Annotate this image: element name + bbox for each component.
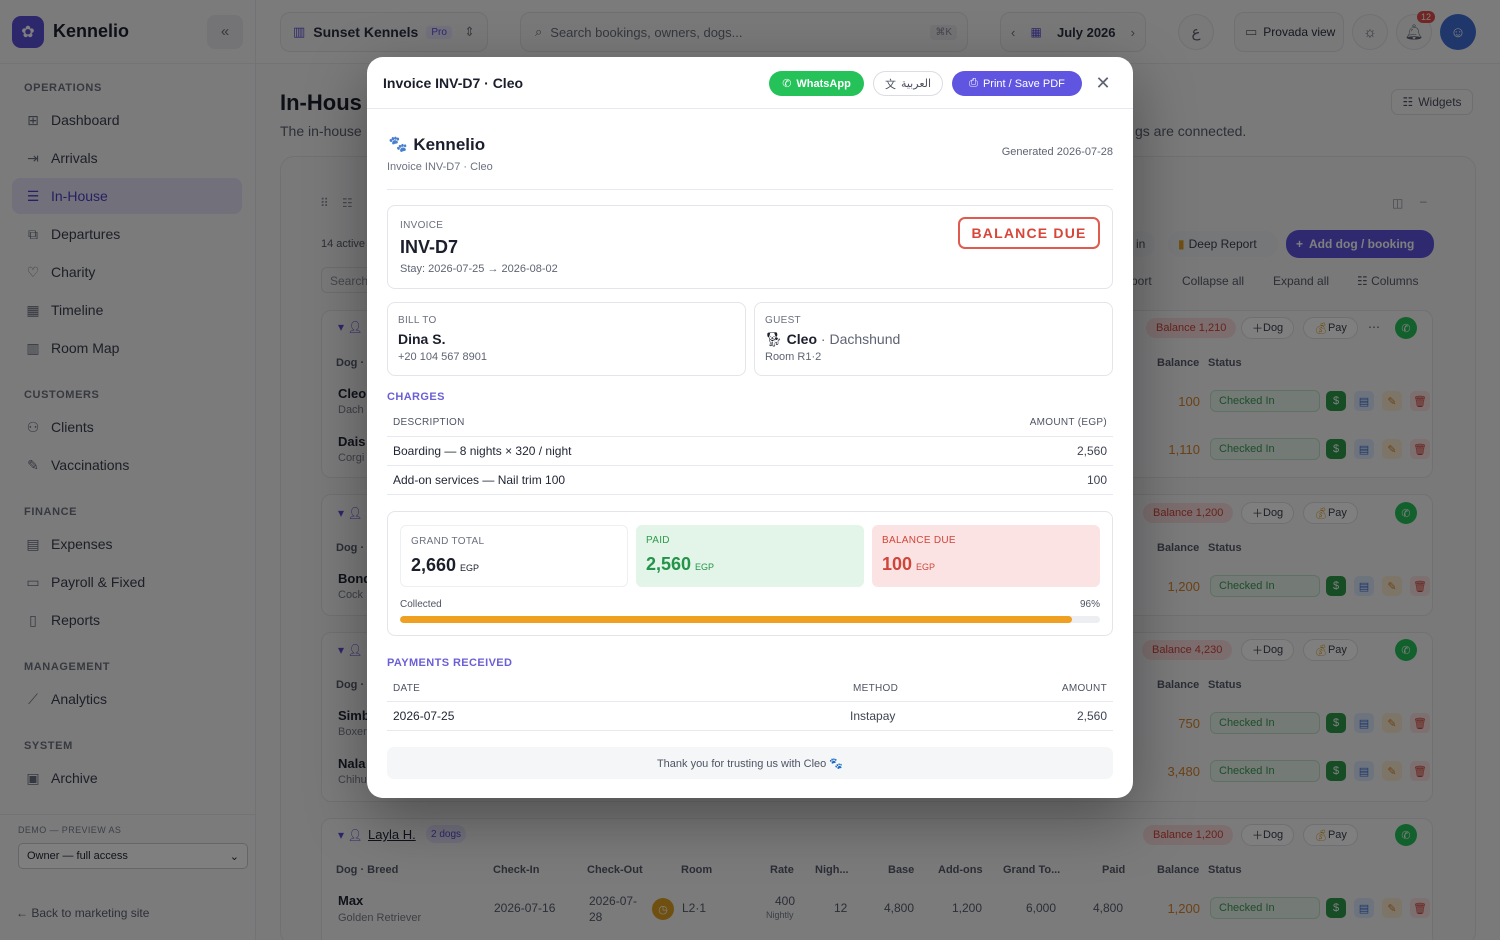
bill-to-caption: BILL TO — [398, 315, 437, 326]
close-icon[interactable]: ✕ — [1094, 73, 1112, 93]
balance-due-caption: BALANCE DUE — [882, 535, 956, 546]
paid-caption: PAID — [646, 535, 670, 546]
grand-total-caption: GRAND TOTAL — [411, 536, 485, 547]
payments-col-amount: AMOUNT — [1061, 683, 1107, 694]
balance-due-box: BALANCE DUE 100 EGP — [872, 525, 1100, 587]
guest-card: GUEST 🐕︎ Cleo · Dachshund Room R1·2 — [754, 302, 1113, 376]
charges-col-description: DESCRIPTION — [393, 417, 465, 428]
payments-title: PAYMENTS RECEIVED — [387, 657, 513, 669]
invoice-brand: 🐾︎ Kennelio — [387, 135, 485, 155]
invoice-brand-name: Kennelio — [413, 135, 486, 154]
translate-icon: 文 — [884, 78, 896, 91]
divider — [387, 701, 1113, 702]
grand-total-value: 2,660 EGP — [411, 555, 617, 576]
invoice-brand-sub: Invoice INV-D7 · Cleo — [387, 161, 493, 173]
modal-header: Invoice INV-D7 · Cleo ✆ WhatsApp 文 العربية… — [367, 57, 1133, 109]
guest-room: Room R1·2 — [765, 351, 822, 363]
payments-col-date: DATE — [393, 683, 421, 694]
modal-title: Invoice INV-D7 · Cleo — [383, 74, 524, 91]
invoice-modal: Invoice INV-D7 · Cleo ✆ WhatsApp 文 العربية… — [367, 57, 1133, 798]
invoice-brand-row: 🐾︎ Kennelio Invoice INV-D7 · Cleo Genera… — [387, 133, 1113, 190]
charge-description: Boarding — 8 nights × 320 / night — [393, 444, 572, 458]
printer-icon: ⎙ — [969, 77, 978, 89]
divider — [387, 465, 1113, 466]
paid-amount: 2,560 — [646, 554, 692, 574]
charges-col-amount: AMOUNT (EGP) — [1029, 417, 1107, 428]
print-label: Print / Save PDF — [982, 77, 1065, 90]
paid-value: 2,560 EGP — [646, 554, 854, 575]
guest-caption: GUEST — [765, 315, 801, 326]
divider — [387, 436, 1113, 437]
currency-label: EGP — [460, 563, 480, 573]
divider — [387, 494, 1113, 495]
divider — [387, 730, 1113, 731]
bill-to-name: Dina S. — [398, 331, 446, 347]
invoice-caption: INVOICE — [400, 220, 444, 231]
guest-breed: · Dachshund — [820, 331, 901, 347]
payment-method: Instapay — [850, 709, 896, 723]
charge-description: Add-on services — Nail trim 100 — [393, 473, 566, 487]
grand-total-amount: 2,660 — [411, 555, 457, 575]
currency-label: EGP — [916, 562, 936, 572]
whatsapp-label: WhatsApp — [796, 77, 851, 90]
invoice-number: INV-D7 — [400, 237, 459, 257]
status-badge: BALANCE DUE — [958, 217, 1100, 249]
grand-total-box: GRAND TOTAL 2,660 EGP — [400, 525, 628, 587]
currency-label: EGP — [695, 562, 715, 572]
collected-label: Collected — [400, 599, 442, 610]
print-save-pdf-button[interactable]: ⎙ Print / Save PDF — [952, 71, 1082, 96]
arabic-language-button[interactable]: 文 العربية — [873, 71, 943, 96]
charge-amount: 2,560 — [1076, 444, 1107, 458]
thank-you-note: Thank you for trusting us with Cleo 🐾 — [387, 747, 1113, 779]
guest-name: Cleo — [786, 331, 818, 347]
paid-box: PAID 2,560 EGP — [636, 525, 864, 587]
payment-date: 2026-07-25 — [393, 709, 455, 723]
totals-card: GRAND TOTAL 2,660 EGP PAID 2,560 EGP BALAN… — [387, 511, 1113, 636]
guest-line: 🐕︎ Cleo · Dachshund — [765, 331, 900, 348]
payment-amount: 2,560 — [1076, 709, 1107, 723]
charge-amount: 100 — [1086, 473, 1107, 487]
collected-percent: 96% — [1079, 599, 1100, 610]
charges-title: CHARGES — [387, 391, 445, 403]
stay-dates: Stay: 2026-07-25 → 2026-08-02 — [400, 263, 558, 275]
payments-col-method: METHOD — [853, 683, 899, 694]
balance-due-value: 100 EGP — [882, 554, 1090, 575]
whatsapp-button[interactable]: ✆ WhatsApp — [769, 71, 864, 96]
generated-date: Generated 2026-07-28 — [1001, 146, 1113, 158]
paw-icon: 🐾︎ — [387, 135, 414, 154]
whatsapp-icon: ✆ — [782, 78, 792, 90]
dog-icon: 🐕︎ — [765, 331, 787, 347]
arabic-label: العربية — [900, 78, 932, 90]
bill-to-card: BILL TO Dina S. +20 104 567 8901 — [387, 302, 746, 376]
collected-progress-fill — [400, 616, 1072, 623]
balance-due-amount: 100 — [882, 554, 913, 574]
invoice-summary-card: INVOICE INV-D7 Stay: 2026-07-25 → 2026-0… — [387, 205, 1113, 289]
collected-progress-bar — [400, 616, 1100, 623]
bill-to-phone: +20 104 567 8901 — [398, 351, 488, 363]
